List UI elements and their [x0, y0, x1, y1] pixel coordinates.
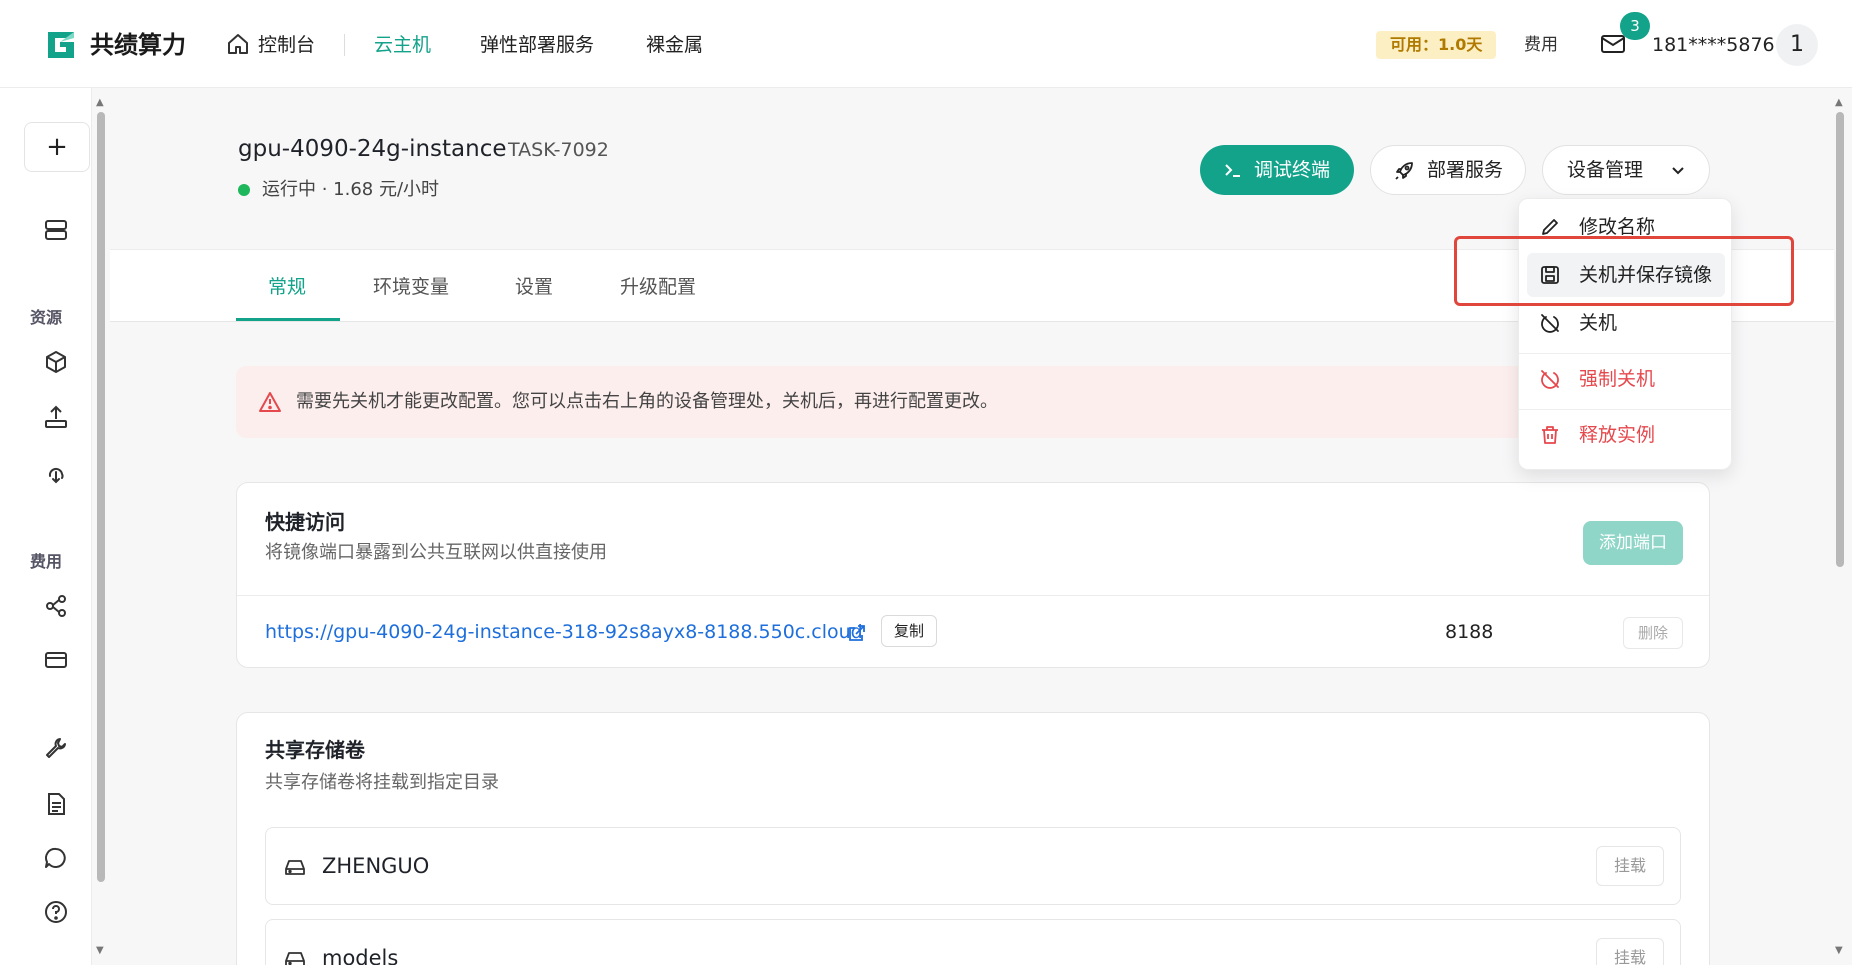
storage-subtitle: 共享存储卷将挂载到指定目录	[265, 772, 499, 793]
menu-item-label: 释放实例	[1579, 424, 1656, 446]
hard-drive-icon	[284, 856, 306, 878]
debug-terminal-label: 调试终端	[1254, 159, 1331, 181]
menu-item-force-shutdown[interactable]: 强制关机	[1527, 357, 1725, 401]
chevron-down-icon	[1669, 161, 1687, 179]
scroll-down-arrow-icon[interactable]: ▼	[1835, 946, 1843, 956]
sidebar-section-fees: 费用	[29, 552, 62, 571]
cloud-sync-icon[interactable]	[42, 458, 70, 486]
nav-console[interactable]: 控制台	[258, 29, 315, 61]
instance-name: gpu-4090-24g-instance	[238, 136, 507, 162]
tab-upgrade[interactable]: 升级配置	[620, 272, 696, 302]
port-number: 8188	[1445, 621, 1494, 643]
scroll-up-arrow-icon[interactable]: ▲	[1835, 98, 1843, 108]
server-icon[interactable]	[42, 216, 70, 244]
alert-message: 需要先关机才能更改配置。您可以点击右上角的设备管理处，关机后，再进行配置更改。	[296, 391, 998, 412]
brand-name[interactable]: 共绩算力	[90, 28, 186, 62]
device-manage-label: 设备管理	[1567, 159, 1644, 181]
storage-title: 共享存储卷	[265, 738, 365, 762]
volume-row: models 挂载	[265, 919, 1681, 965]
document-icon[interactable]	[42, 790, 70, 818]
trash-icon	[1539, 424, 1561, 446]
chat-icon[interactable]	[42, 844, 70, 872]
notification-count-badge: 3	[1620, 12, 1650, 40]
shared-storage-card: 共享存储卷 共享存储卷将挂载到指定目录 ZHENGUO 挂载 models 挂载	[236, 712, 1710, 965]
pencil-icon	[1539, 216, 1561, 238]
deploy-service-label: 部署服务	[1427, 159, 1504, 181]
quick-access-title: 快捷访问	[265, 510, 345, 534]
share-icon[interactable]	[42, 592, 70, 620]
nav-cloud-host[interactable]: 云主机	[374, 29, 431, 61]
tab-settings[interactable]: 设置	[515, 272, 553, 302]
sidebar-section-resources: 资源	[29, 308, 62, 327]
terminal-icon	[1224, 161, 1242, 179]
balance-badge[interactable]: 可用：1.0天	[1376, 31, 1497, 59]
menu-divider	[1519, 353, 1731, 354]
add-button[interactable]: +	[24, 122, 90, 172]
page-scrollbar-thumb[interactable]	[1836, 112, 1844, 567]
avatar[interactable]: 1	[1776, 24, 1818, 66]
task-id: TASK-7092	[508, 139, 609, 161]
wrench-icon[interactable]	[42, 734, 70, 762]
sidebar-scrollbar-thumb[interactable]	[97, 112, 105, 882]
menu-item-release-instance[interactable]: 释放实例	[1527, 413, 1725, 457]
force-power-off-icon	[1539, 368, 1561, 390]
package-icon[interactable]	[42, 348, 70, 376]
mount-button[interactable]: 挂载	[1596, 846, 1664, 886]
external-link-icon[interactable]	[847, 623, 867, 643]
volume-name: models	[322, 946, 399, 965]
fee-link[interactable]: 费用	[1524, 32, 1558, 58]
delete-port-button[interactable]: 删除	[1623, 617, 1683, 649]
tab-general[interactable]: 常规	[268, 272, 306, 302]
mount-button[interactable]: 挂载	[1596, 938, 1664, 965]
copy-button[interactable]: 复制	[881, 615, 937, 647]
home-icon[interactable]	[226, 32, 250, 56]
rocket-icon	[1393, 160, 1415, 182]
access-url-link[interactable]: https://gpu-4090-24g-instance-318-92s8ay…	[265, 617, 863, 647]
nav-bare-metal[interactable]: 裸金属	[646, 29, 703, 61]
nav-divider	[344, 34, 345, 56]
add-port-button[interactable]: 添加端口	[1583, 521, 1683, 565]
warning-icon	[258, 391, 282, 413]
scroll-up-arrow-icon[interactable]: ▲	[96, 98, 104, 108]
volume-name: ZHENGUO	[322, 854, 430, 878]
active-tab-indicator	[236, 318, 340, 321]
highlight-annotation	[1454, 236, 1794, 306]
quick-access-subtitle: 将镜像端口暴露到公共互联网以供直接使用	[265, 542, 607, 563]
device-manage-button[interactable]: 设备管理	[1542, 145, 1710, 195]
help-icon[interactable]	[42, 898, 70, 926]
instance-status: 运行中 · 1.68 元/小时	[262, 179, 440, 200]
card-divider	[237, 595, 1709, 596]
hard-drive-icon	[284, 948, 306, 965]
menu-divider	[1519, 409, 1731, 410]
upload-icon[interactable]	[42, 403, 70, 431]
config-warning-alert: 需要先关机才能更改配置。您可以点击右上角的设备管理处，关机后，再进行配置更改。	[236, 366, 1716, 438]
scroll-down-arrow-icon[interactable]: ▼	[96, 946, 104, 956]
mail-icon[interactable]	[1600, 33, 1626, 55]
debug-terminal-button[interactable]: 调试终端	[1200, 145, 1354, 195]
quick-access-card: 快捷访问 将镜像端口暴露到公共互联网以供直接使用 添加端口 https://gp…	[236, 482, 1710, 668]
volume-row: ZHENGUO 挂载	[265, 827, 1681, 905]
menu-item-label: 强制关机	[1579, 368, 1656, 390]
brand-logo-icon[interactable]	[44, 28, 78, 62]
status-indicator	[238, 184, 250, 196]
nav-elastic-service[interactable]: 弹性部署服务	[480, 29, 594, 61]
menu-item-shutdown[interactable]: 关机	[1527, 301, 1725, 345]
power-off-icon	[1539, 312, 1561, 334]
tab-env-vars[interactable]: 环境变量	[373, 272, 449, 302]
deploy-service-button[interactable]: 部署服务	[1370, 145, 1526, 195]
user-phone[interactable]: 181****5876	[1652, 30, 1775, 60]
menu-item-label: 关机	[1579, 312, 1618, 334]
credit-card-icon[interactable]	[42, 646, 70, 674]
